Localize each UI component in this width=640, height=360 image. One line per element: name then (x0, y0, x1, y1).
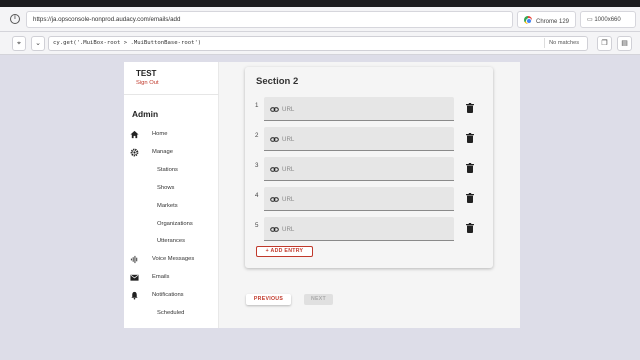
sidebar: TEST Sign Out Admin Home Manage Stations… (124, 62, 219, 328)
sidebar-item-label: Voice Messages (152, 256, 195, 262)
sidebar-item-organizations[interactable]: Organizations (124, 220, 219, 232)
browser-label: Chrome 129 (536, 19, 570, 25)
entry-row: 2 URL (245, 127, 493, 151)
browser-selector[interactable]: Chrome 129 (517, 11, 577, 28)
home-icon (130, 130, 139, 139)
entry-row: 1 URL (245, 97, 493, 121)
viewport-label: 1000x660 (594, 17, 621, 23)
brand-title: TEST (136, 69, 157, 78)
link-icon (270, 197, 279, 202)
gear-icon (130, 148, 139, 157)
url-field[interactable]: URL (264, 97, 454, 121)
sidebar-item-emails[interactable]: Emails (124, 273, 219, 285)
sidebar-item-notifications[interactable]: Notifications (124, 291, 219, 303)
url-placeholder: URL (282, 196, 295, 203)
url-field[interactable]: URL (264, 157, 454, 181)
selector-playground: ⌖ ⌄ cy.get('.MuiBox-root > .MuiButtonBas… (0, 32, 640, 55)
match-status: No matches (544, 38, 583, 48)
bell-icon (131, 291, 138, 300)
trash-icon[interactable] (466, 223, 474, 233)
window-top-strip (0, 0, 640, 7)
sidebar-item-label: Markets (157, 203, 178, 209)
sidebar-item-label: Home (152, 131, 168, 137)
sidebar-item-markets[interactable]: Markets (124, 202, 219, 214)
add-entry-button[interactable]: + ADD ENTRY (256, 246, 313, 257)
sidebar-item-label: Scheduled (157, 310, 185, 316)
sidebar-item-label: Emails (152, 274, 170, 280)
sign-out-link[interactable]: Sign Out (136, 80, 159, 86)
entry-row: 4 URL (245, 187, 493, 211)
entry-row: 5 URL (245, 217, 493, 241)
print-icon[interactable]: ▤ (617, 36, 632, 51)
admin-heading: Admin (132, 109, 159, 119)
url-placeholder: URL (282, 136, 295, 143)
site-info-icon[interactable]: i (10, 14, 20, 24)
sidebar-item-utterances[interactable]: Utterances (124, 237, 219, 249)
sidebar-item-label: Manage (152, 149, 173, 155)
sidebar-item-stations[interactable]: Stations (124, 166, 219, 178)
waveform-icon (130, 255, 138, 264)
entry-number: 1 (255, 102, 259, 109)
trash-icon[interactable] (466, 163, 474, 173)
browser-toolbar: i https://ja.opsconsole-nonprod.audacy.c… (0, 7, 640, 32)
sidebar-item-scheduled[interactable]: Scheduled (124, 309, 219, 321)
entry-number: 4 (255, 192, 259, 199)
url-placeholder: URL (282, 106, 295, 113)
sidebar-item-voice-messages[interactable]: Voice Messages (124, 255, 219, 267)
selector-text: cy.get('.MuiBox-root > .MuiButtonBase-ro… (53, 40, 202, 46)
selector-input[interactable]: cy.get('.MuiBox-root > .MuiButtonBase-ro… (48, 36, 588, 51)
sidebar-divider (124, 94, 219, 95)
sidebar-item-label: Shows (157, 185, 175, 191)
copy-icon[interactable]: ❐ (597, 36, 612, 51)
entry-number: 2 (255, 132, 259, 139)
trash-icon[interactable] (466, 133, 474, 143)
entry-number: 5 (255, 222, 259, 229)
entry-number: 3 (255, 162, 259, 169)
address-bar[interactable]: https://ja.opsconsole-nonprod.audacy.com… (26, 11, 513, 28)
link-icon (270, 107, 279, 112)
link-icon (270, 167, 279, 172)
trash-icon[interactable] (466, 193, 474, 203)
sidebar-item-label: Notifications (152, 292, 184, 298)
previous-button[interactable]: PREVIOUS (246, 294, 291, 305)
sidebar-item-manage[interactable]: Manage (124, 148, 219, 160)
section-card: Section 2 1 URL 2 URL 3 URL 4 URL 5 URL … (245, 67, 493, 268)
section-title: Section 2 (256, 76, 299, 87)
link-icon (270, 137, 279, 142)
url-placeholder: URL (282, 226, 295, 233)
mail-icon (130, 274, 139, 281)
sidebar-item-label: Utterances (157, 238, 186, 244)
next-button[interactable]: NEXT (304, 294, 333, 305)
sidebar-item-label: Stations (157, 167, 178, 173)
url-placeholder: URL (282, 166, 295, 173)
sidebar-item-home[interactable]: Home (124, 130, 219, 142)
sidebar-item-label: Organizations (157, 221, 193, 227)
entry-row: 3 URL (245, 157, 493, 181)
url-field[interactable]: URL (264, 217, 454, 241)
chevron-down-icon[interactable]: ⌄ (31, 36, 45, 51)
chrome-icon (524, 16, 532, 24)
trash-icon[interactable] (466, 103, 474, 113)
sidebar-item-shows[interactable]: Shows (124, 184, 219, 196)
link-icon (270, 227, 279, 232)
viewport-selector[interactable]: ▭ 1000x660 (580, 11, 636, 28)
url-field[interactable]: URL (264, 127, 454, 151)
url-field[interactable]: URL (264, 187, 454, 211)
selector-target-icon[interactable]: ⌖ (12, 36, 26, 51)
